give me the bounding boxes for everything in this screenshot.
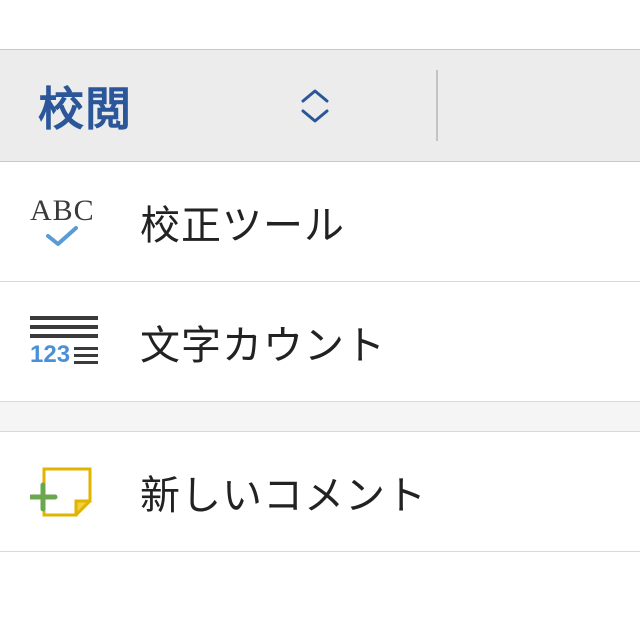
spellcheck-icon: ABC	[30, 196, 95, 248]
word-count-icon: 123	[30, 316, 98, 367]
menu-item-new-comment[interactable]: 新しいコメント	[0, 432, 640, 552]
chevron-up-icon	[300, 87, 330, 105]
group-separator	[0, 402, 640, 432]
new-comment-icon	[30, 465, 94, 519]
tab-switch-chevrons[interactable]	[300, 87, 330, 125]
ribbon-tab-header[interactable]: 校閲	[0, 50, 640, 162]
menu-item-label: 校正ツール	[140, 193, 345, 251]
menu-item-label: 文字カウント	[140, 313, 386, 371]
menu-item-word-count[interactable]: 123 文字カウント	[0, 282, 640, 402]
menu-item-label: 新しいコメント	[140, 463, 427, 521]
menu-item-proofing[interactable]: ABC 校正ツール	[0, 162, 640, 282]
ribbon-tab-title: 校閲	[38, 73, 132, 139]
chevron-down-icon	[300, 107, 330, 125]
header-divider	[436, 70, 438, 141]
